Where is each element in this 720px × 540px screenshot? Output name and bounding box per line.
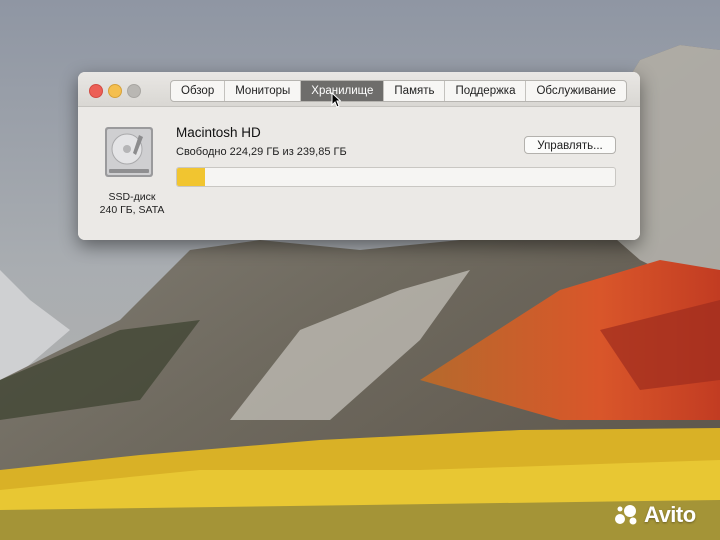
tab-support[interactable]: Поддержка xyxy=(445,81,527,101)
disk-type-label: SSD-диск 240 ГБ, SATA xyxy=(90,191,174,217)
storage-usage-bar xyxy=(176,167,616,187)
close-button[interactable] xyxy=(89,84,103,98)
tab-service[interactable]: Обслуживание xyxy=(526,81,625,101)
hard-drive-icon xyxy=(105,127,153,177)
about-this-mac-window: Обзор Мониторы Хранилище Память Поддержк… xyxy=(78,72,640,240)
mouse-cursor-icon xyxy=(331,92,341,108)
tab-overview[interactable]: Обзор xyxy=(171,81,226,101)
disk-type-line1: SSD-диск xyxy=(108,191,156,203)
tab-displays[interactable]: Мониторы xyxy=(225,81,302,101)
manage-button[interactable]: Управлять... xyxy=(524,136,616,154)
window-titlebar: Обзор Мониторы Хранилище Память Поддержк… xyxy=(78,72,640,107)
avito-logo-icon xyxy=(615,505,637,525)
tab-bar: Обзор Мониторы Хранилище Память Поддержк… xyxy=(170,80,627,102)
zoom-button[interactable] xyxy=(127,84,141,98)
volume-name: Macintosh HD xyxy=(176,125,261,140)
tab-storage[interactable]: Хранилище xyxy=(301,81,385,101)
disk-type-line2: 240 ГБ, SATA xyxy=(99,204,165,216)
storage-panel: SSD-диск 240 ГБ, SATA Macintosh HD Свобо… xyxy=(78,107,640,240)
storage-used-segment xyxy=(177,168,206,186)
free-space-text: Свободно 224,29 ГБ из 239,85 ГБ xyxy=(176,146,347,158)
minimize-button[interactable] xyxy=(108,84,122,98)
tab-memory[interactable]: Память xyxy=(384,81,446,101)
avito-watermark: Avito xyxy=(614,502,696,527)
watermark-text: Avito xyxy=(644,502,696,527)
